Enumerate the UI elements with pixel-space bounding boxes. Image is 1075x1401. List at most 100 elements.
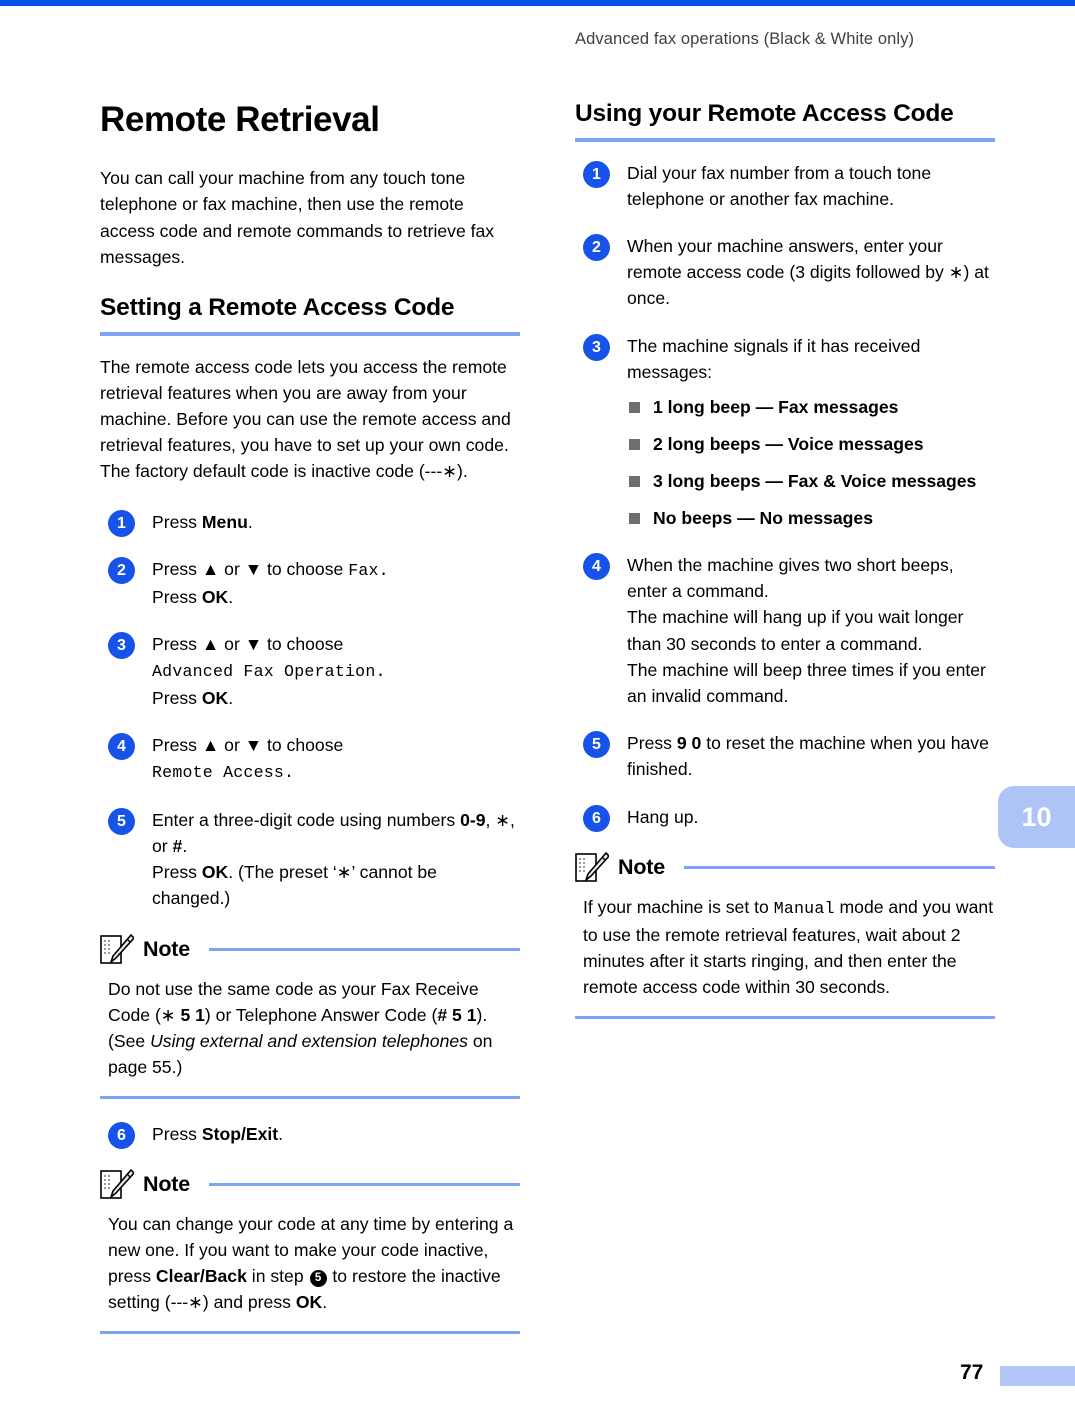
note-header: Note (100, 1168, 520, 1201)
note-pencil-icon (575, 851, 609, 882)
list-item: 2 long beeps — Voice messages (627, 432, 995, 457)
intro-paragraph: You can call your machine from any touch… (100, 168, 495, 267)
note-header-rule (208, 948, 520, 952)
step-number-badge: 1 (108, 509, 135, 537)
list-item: 1 long beep — Fax messages (627, 395, 995, 420)
step-number-badge: 3 (583, 333, 610, 361)
text-run: Press (152, 1124, 202, 1145)
list-item-label: 2 long beeps — Voice messages (653, 434, 924, 455)
note-closing-rule (100, 1096, 520, 1100)
step-item: 1 Dial your fax number from a touch tone … (575, 160, 995, 212)
step-number-badge: 6 (583, 804, 610, 832)
text-run: in step (246, 1266, 309, 1287)
text-run: Dial your fax number from a touch tone t… (627, 162, 932, 209)
text-run: . (228, 687, 234, 708)
step-text: Press ▲ or ▼ to choose Remote Access. (152, 734, 344, 783)
step-number-badge: 6 (108, 1122, 135, 1150)
left-step-list: 1 Press Menu. 2 Press ▲ or ▼ to choose Fax.… (100, 509, 520, 912)
step-text: The machine signals if it has received m… (627, 336, 920, 382)
step-item: 3 Press ▲ or ▼ to choose Advanced Fax Oper… (100, 631, 520, 711)
note-closing-rule (100, 1331, 520, 1335)
step-number-badge: 4 (108, 732, 135, 760)
note-block-manual-mode: Note If your machine is set to Manual mo… (575, 851, 995, 1020)
text-run: The machine will hang up if you wait lon… (627, 607, 964, 654)
step-item: 5 Enter a three-digit code using numbers … (100, 807, 520, 912)
note-label: Note (143, 937, 190, 962)
step-text: When the machine gives two short beeps, … (627, 555, 986, 706)
step-text: Hang up. (627, 807, 698, 827)
step-number-badge: 5 (583, 731, 610, 759)
text-run: The machine will beep three times if you… (627, 659, 986, 706)
lcd-text: . (378, 560, 389, 580)
step-item: 4 When the machine gives two short beeps,… (575, 552, 995, 709)
note-block-change-code: Note You can change your code at any tim… (100, 1168, 520, 1335)
step-item: 2 When your machine answers, enter your r… (575, 233, 995, 312)
key-name: OK (201, 687, 229, 708)
lcd-text: Manual (773, 898, 835, 918)
step-text: Enter a three-digit code using numbers 0… (152, 810, 515, 909)
chapter-tab-marker: 10 (998, 786, 1075, 848)
text-run: Enter a three-digit code using numbers (152, 809, 461, 830)
text-run: . (322, 1292, 328, 1313)
list-item-label: 1 long beep — Fax messages (653, 397, 899, 418)
text-run: ) or Telephone Answer Code ( (204, 1004, 438, 1025)
list-item-label: 3 long beeps — Fax & Voice messages (653, 471, 977, 492)
text-run: When your machine answers, enter your re… (627, 236, 989, 309)
key-name: 0-9 (460, 809, 486, 830)
step-item: 1 Press Menu. (100, 509, 520, 537)
step-item: 5 Press 9 0 to reset the machine when you… (575, 730, 995, 782)
note-header-rule (208, 1183, 520, 1187)
step-text: Press ▲ or ▼ to choose Advanced Fax Opera… (152, 634, 386, 708)
text-run: If your machine is set to (583, 896, 774, 917)
note-header: Note (575, 851, 995, 884)
lcd-text: Fax (348, 560, 379, 580)
step-text: Press Menu. (152, 512, 253, 532)
step-item: 2 Press ▲ or ▼ to choose Fax. Press OK. (100, 556, 520, 610)
step-item: 4 Press ▲ or ▼ to choose Remote Access. (100, 732, 520, 786)
note-body: If your machine is set to Manual mode an… (575, 894, 995, 1000)
key-name: Stop/Exit (201, 1124, 279, 1145)
key-name: OK (295, 1292, 323, 1313)
step-text: Press Stop/Exit. (152, 1124, 283, 1144)
step-number-badge: 2 (108, 556, 135, 584)
key-name: 9 0 (676, 733, 702, 754)
step-text: When your machine answers, enter your re… (627, 236, 989, 308)
section-heading-setting-code: Setting a Remote Access Code (100, 294, 455, 321)
list-item: 3 long beeps — Fax & Voice messages (627, 469, 995, 494)
left-column: Remote Retrieval You can call your machi… (100, 100, 520, 1335)
step-text: Press 9 0 to reset the machine when you … (627, 733, 989, 779)
note-header: Note (100, 933, 520, 966)
key-name: 5 1 (180, 1004, 205, 1025)
page-top-rule (0, 0, 1075, 6)
text-run: When the machine gives two short beeps, … (627, 554, 954, 602)
note-header-rule (683, 866, 995, 870)
text-run: . (278, 1124, 284, 1145)
bullet-square-icon (629, 439, 640, 451)
key-name: OK (201, 862, 229, 883)
text-run: Press ▲ or ▼ to choose (152, 633, 344, 654)
cross-reference: Using external and extension telephones (150, 1031, 468, 1052)
lcd-text: Remote Access. (152, 763, 295, 783)
text-run: Press ▲ or ▼ to choose (152, 734, 344, 755)
lcd-text: Advanced Fax Operation. (152, 662, 386, 681)
text-run: . (228, 586, 234, 607)
text-run: . (247, 511, 253, 532)
heading-rule (575, 137, 995, 142)
text-run: . (182, 836, 188, 857)
step-reference-badge: 5 (309, 1270, 327, 1288)
step-text: Press ▲ or ▼ to choose Fax. Press OK. (152, 559, 389, 607)
bullet-square-icon (629, 402, 640, 414)
list-item-label: No beeps — No messages (653, 507, 873, 528)
step-item: 6 Press Stop/Exit. (100, 1121, 520, 1150)
note-body: You can change your code at any time by … (100, 1211, 520, 1316)
note-pencil-icon (100, 1168, 134, 1199)
note-label: Note (618, 855, 665, 880)
text-run: The machine signals if it has received m… (627, 335, 921, 382)
page-number: 77 (960, 1361, 984, 1384)
text-run: Press ▲ or ▼ to choose (152, 558, 349, 579)
list-item: No beeps — No messages (627, 506, 995, 531)
step-text: Dial your fax number from a touch tone t… (627, 163, 931, 209)
section-heading-using-code: Using your Remote Access Code (575, 100, 954, 127)
footer-accent-bar (1000, 1366, 1075, 1386)
text-run: Hang up. (627, 806, 699, 827)
